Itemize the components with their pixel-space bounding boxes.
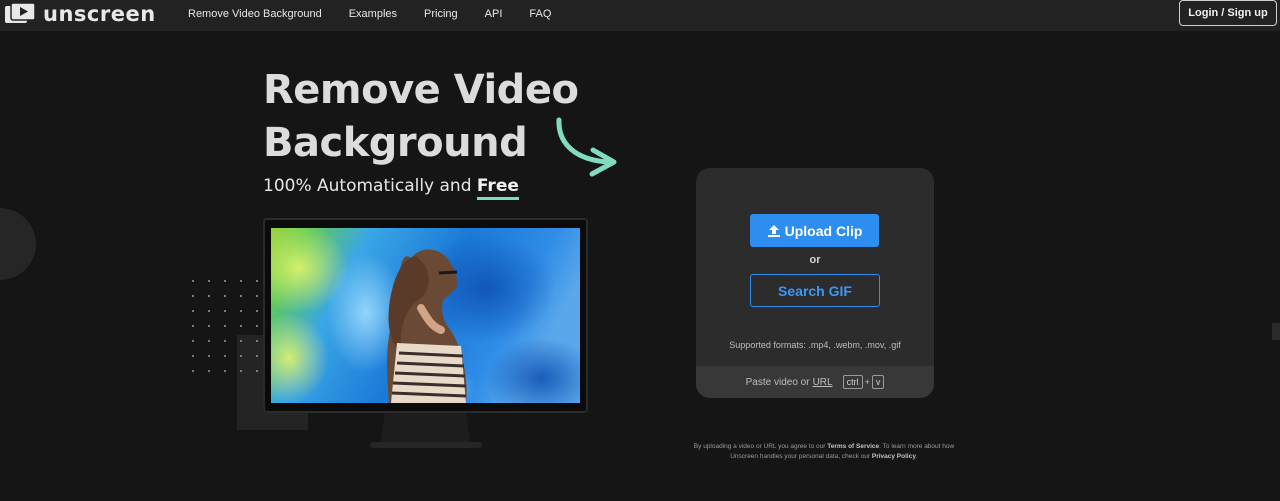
side-tab-handle[interactable] bbox=[1272, 323, 1280, 340]
hero-subtitle-text: 100% Automatically and bbox=[263, 176, 477, 196]
paste-text: Paste video or bbox=[745, 376, 810, 388]
upload-clip-label: Upload Clip bbox=[784, 222, 863, 239]
video-preview-image bbox=[271, 228, 580, 403]
privacy-policy-link[interactable]: Privacy Policy bbox=[872, 453, 916, 460]
video-preview-monitor bbox=[263, 218, 588, 413]
hero-subtitle: 100% Automatically and Free bbox=[263, 176, 519, 200]
ctrl-key: ctrl bbox=[842, 375, 863, 389]
monitor-stand bbox=[381, 413, 470, 443]
upload-card: Upload Clip or Search GIF Supported form… bbox=[696, 168, 934, 398]
paste-bar: Paste video or URL ctrl + v bbox=[696, 366, 934, 398]
decorative-circle bbox=[0, 208, 36, 280]
plus-sign: + bbox=[864, 377, 870, 387]
search-gif-button[interactable]: Search GIF bbox=[750, 274, 880, 307]
nav-link-faq[interactable]: FAQ bbox=[529, 8, 551, 20]
v-key: v bbox=[871, 375, 885, 389]
monitor-stand-base bbox=[370, 442, 482, 448]
top-nav: unscreen Remove Video Background Example… bbox=[0, 0, 1280, 31]
or-separator: or bbox=[809, 254, 821, 266]
terms-text-1: By uploading a video or URL you agree to… bbox=[693, 443, 828, 450]
video-preview bbox=[271, 228, 580, 403]
logo[interactable]: unscreen bbox=[5, 3, 156, 25]
paste-url-link[interactable]: URL bbox=[813, 377, 833, 388]
terms-of-service-link[interactable]: Terms of Service bbox=[827, 443, 879, 450]
login-signup-button[interactable]: Login / Sign up bbox=[1179, 0, 1277, 26]
logo-text: unscreen bbox=[43, 2, 156, 26]
nav-link-remove-video-background[interactable]: Remove Video Background bbox=[188, 8, 322, 20]
supported-formats-text: Supported formats: .mp4, .webm, .mov, .g… bbox=[729, 340, 901, 350]
terms-notice: By uploading a video or URL you agree to… bbox=[690, 442, 958, 462]
nav-link-pricing[interactable]: Pricing bbox=[424, 8, 458, 20]
logo-icon bbox=[5, 3, 35, 23]
nav-link-api[interactable]: API bbox=[485, 8, 503, 20]
terms-text-3: . bbox=[915, 453, 918, 460]
decorative-dot-grid bbox=[192, 280, 258, 372]
upload-icon bbox=[767, 224, 780, 237]
hero-subtitle-highlight: Free bbox=[476, 176, 519, 200]
nav-link-examples[interactable]: Examples bbox=[349, 8, 397, 20]
nav-links: Remove Video Background Examples Pricing… bbox=[188, 0, 578, 27]
curved-arrow-icon bbox=[556, 117, 617, 177]
upload-clip-button[interactable]: Upload Clip bbox=[750, 214, 879, 247]
